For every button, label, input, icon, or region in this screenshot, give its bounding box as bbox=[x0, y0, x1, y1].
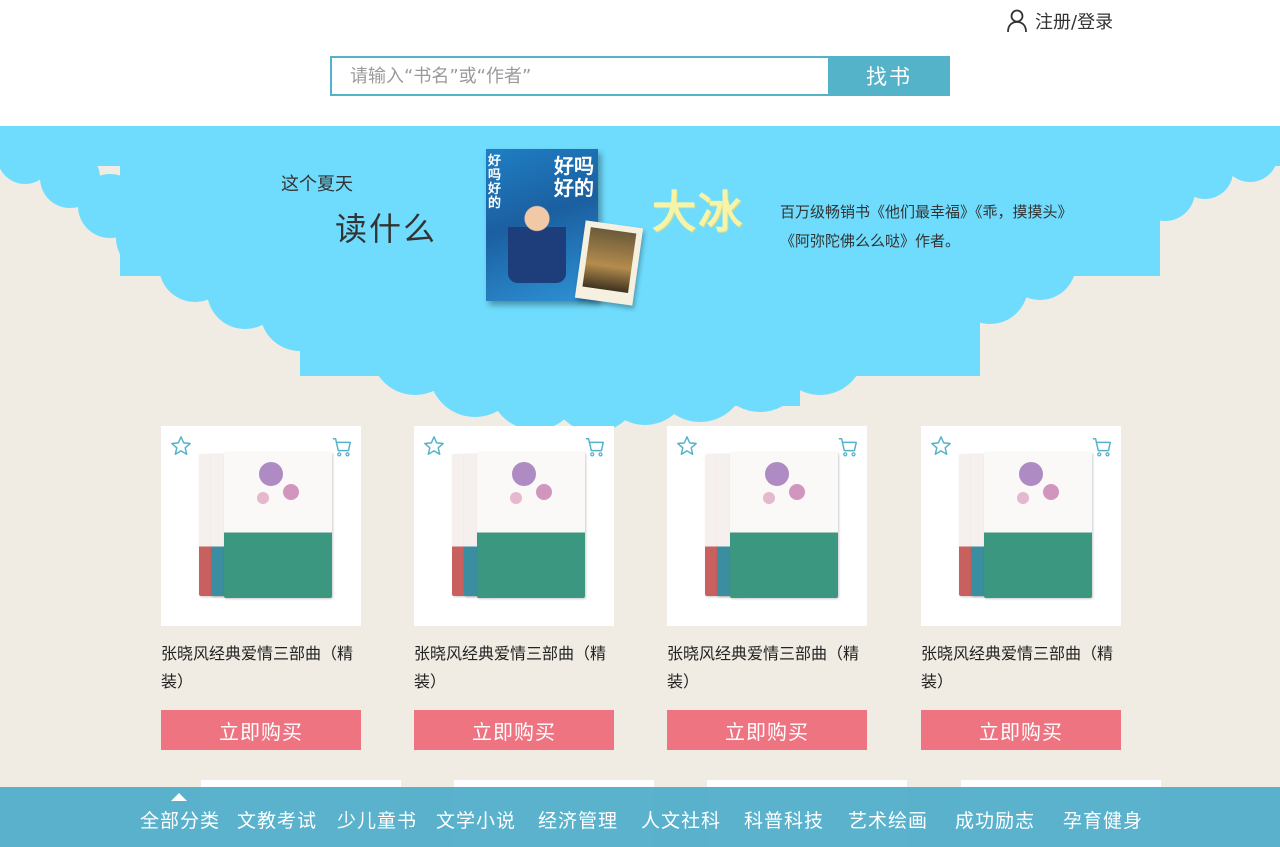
product-card[interactable]: 张晓风经典爱情三部曲（精装） 立即购买 bbox=[667, 426, 867, 750]
banner-desc-line2: 《阿弥陀佛么么哒》作者。 bbox=[780, 232, 961, 250]
nav-item-all[interactable]: 全部分类 bbox=[140, 806, 220, 833]
banner-desc-line1: 百万级畅销书《他们最幸福》《乖，摸摸头》 bbox=[780, 203, 1073, 221]
nav-item-parenting[interactable]: 孕育健身 bbox=[1063, 806, 1143, 833]
nav-item-literature[interactable]: 文学小说 bbox=[436, 806, 516, 833]
login-link[interactable]: 注册/登录 bbox=[1006, 8, 1113, 34]
cloud-shape bbox=[0, 126, 1280, 432]
promo-banner[interactable]: 这个夏天 读什么 好吗好的 好吗好的 大冰 百万级畅销书《他们最幸福》《乖，摸摸… bbox=[0, 126, 1280, 436]
buy-now-button[interactable]: 立即购买 bbox=[161, 710, 361, 750]
book-cover-title: 好吗好的 bbox=[554, 154, 594, 200]
banner-author: 大冰 bbox=[652, 187, 744, 238]
banner-line2: 读什么 bbox=[335, 210, 438, 248]
search-button[interactable]: 找书 bbox=[828, 56, 950, 96]
nav-item-humanities[interactable]: 人文社科 bbox=[641, 806, 721, 833]
cart-icon[interactable] bbox=[331, 436, 353, 458]
buy-now-button[interactable]: 立即购买 bbox=[414, 710, 614, 750]
cover-figure bbox=[508, 197, 566, 283]
star-icon[interactable] bbox=[676, 435, 698, 457]
product-title[interactable]: 张晓风经典爱情三部曲（精装） bbox=[921, 640, 1121, 696]
photo-card-image bbox=[574, 220, 644, 306]
nav-item-education[interactable]: 文教考试 bbox=[237, 806, 317, 833]
product-image[interactable] bbox=[161, 426, 361, 626]
cart-icon[interactable] bbox=[584, 436, 606, 458]
flower-illustration bbox=[510, 462, 552, 504]
cart-icon[interactable] bbox=[1091, 436, 1113, 458]
search-input[interactable] bbox=[330, 56, 828, 96]
product-card[interactable]: 张晓风经典爱情三部曲（精装） 立即购买 bbox=[161, 426, 361, 750]
cart-icon[interactable] bbox=[837, 436, 859, 458]
buy-now-button[interactable]: 立即购买 bbox=[667, 710, 867, 750]
star-icon[interactable] bbox=[170, 435, 192, 457]
caret-up-icon bbox=[171, 793, 187, 801]
nav-item-children[interactable]: 少儿童书 bbox=[337, 806, 417, 833]
star-icon[interactable] bbox=[930, 435, 952, 457]
nav-item-art[interactable]: 艺术绘画 bbox=[848, 806, 928, 833]
buy-now-button[interactable]: 立即购买 bbox=[921, 710, 1121, 750]
product-image[interactable] bbox=[921, 426, 1121, 626]
header: 注册/登录 找书 bbox=[0, 0, 1280, 126]
product-title[interactable]: 张晓风经典爱情三部曲（精装） bbox=[414, 640, 614, 696]
nav-item-science[interactable]: 科普科技 bbox=[744, 806, 824, 833]
product-card[interactable]: 张晓风经典爱情三部曲（精装） 立即购买 bbox=[414, 426, 614, 750]
nav-item-economics[interactable]: 经济管理 bbox=[538, 806, 618, 833]
search-bar: 找书 bbox=[330, 56, 950, 96]
product-image[interactable] bbox=[667, 426, 867, 626]
flower-illustration bbox=[1017, 462, 1059, 504]
category-nav: 全部分类 文教考试 少儿童书 文学小说 经济管理 人文社科 科普科技 艺术绘画 … bbox=[0, 787, 1280, 847]
user-icon bbox=[1007, 9, 1027, 33]
banner-description: 百万级畅销书《他们最幸福》《乖，摸摸头》 《阿弥陀佛么么哒》作者。 bbox=[780, 198, 1120, 256]
login-label: 注册/登录 bbox=[1035, 12, 1114, 33]
product-card[interactable]: 张晓风经典爱情三部曲（精装） 立即购买 bbox=[921, 426, 1121, 750]
product-image[interactable] bbox=[414, 426, 614, 626]
flower-illustration bbox=[257, 462, 299, 504]
product-title[interactable]: 张晓风经典爱情三部曲（精装） bbox=[667, 640, 867, 696]
nav-item-success[interactable]: 成功励志 bbox=[955, 806, 1035, 833]
star-icon[interactable] bbox=[423, 435, 445, 457]
product-title[interactable]: 张晓风经典爱情三部曲（精装） bbox=[161, 640, 361, 696]
banner-line1: 这个夏天 bbox=[281, 174, 353, 195]
flower-illustration bbox=[763, 462, 805, 504]
book-spine-title: 好吗好的 bbox=[488, 154, 502, 211]
